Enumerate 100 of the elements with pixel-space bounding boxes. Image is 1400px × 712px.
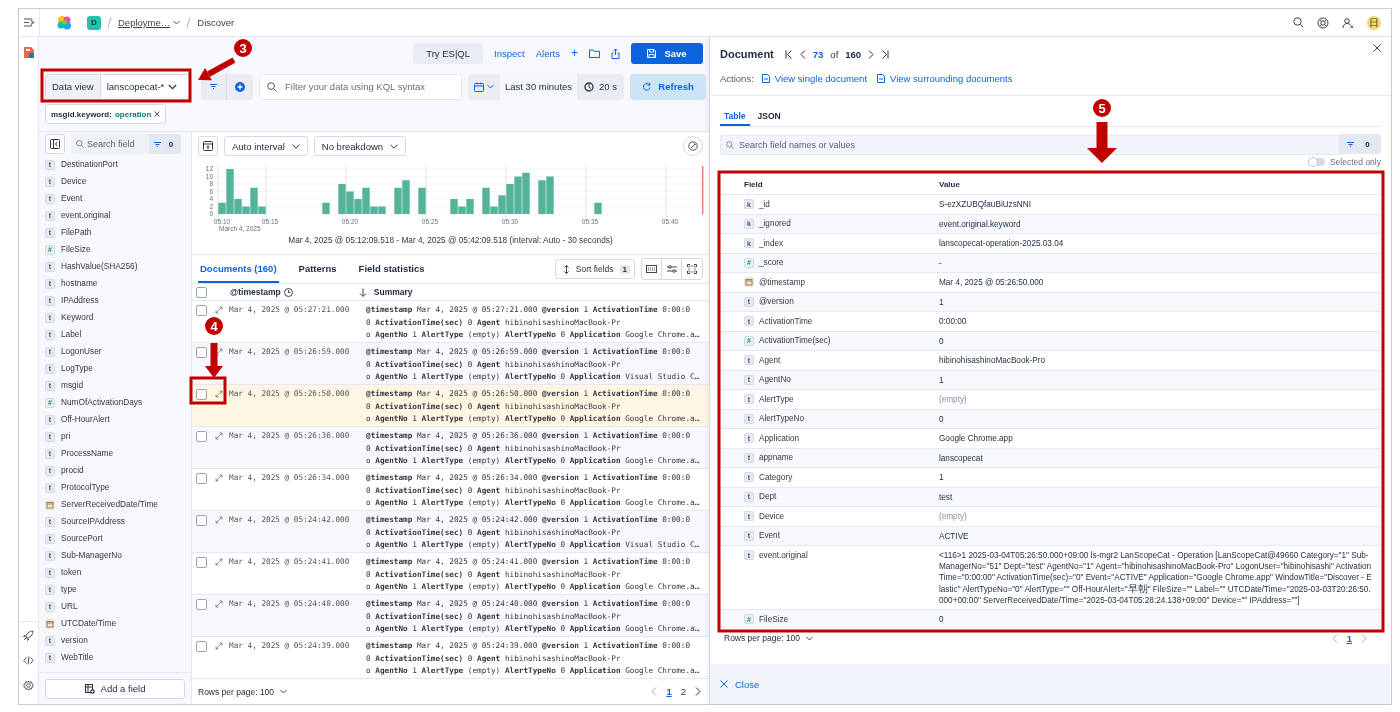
row-checkbox[interactable] (196, 431, 207, 442)
chart-toggle-button[interactable] (198, 136, 218, 156)
column-header[interactable]: @timestamp (230, 287, 281, 297)
field-list-item[interactable]: UTCDate/Time (45, 615, 191, 632)
rocket-icon[interactable] (23, 630, 34, 641)
document-row[interactable] (192, 511, 709, 553)
user-avatar[interactable]: 日 (1367, 15, 1381, 30)
search-field[interactable]: Search field (71, 134, 149, 154)
histogram-bar[interactable] (250, 187, 258, 214)
histogram-bar[interactable] (394, 187, 402, 214)
page-link[interactable]: 1 (666, 686, 672, 697)
histogram-bar[interactable] (594, 202, 602, 214)
histogram-bar[interactable] (522, 172, 530, 214)
breadcrumb-link[interactable]: Deployme… (118, 17, 171, 28)
refresh-button[interactable]: Refresh (630, 73, 707, 100)
document-row[interactable] (192, 427, 709, 469)
expand-icon[interactable] (215, 642, 223, 650)
help-icon[interactable] (1317, 16, 1329, 29)
histogram-bar[interactable] (322, 202, 330, 214)
new-link[interactable]: + (571, 46, 578, 60)
row-checkbox[interactable] (196, 347, 207, 358)
folder-icon[interactable] (589, 48, 600, 58)
column-header[interactable]: Summary (373, 287, 413, 297)
expand-icon[interactable] (215, 600, 223, 608)
field-filter-button[interactable]: 0 (1339, 134, 1381, 154)
row-checkbox[interactable] (196, 515, 207, 526)
breakdown-select[interactable]: No breakdown (313, 136, 407, 156)
close-icon[interactable] (1373, 44, 1381, 52)
expand-icon[interactable] (215, 348, 223, 356)
inspect-link[interactable]: Inspect (494, 47, 525, 59)
result-tab[interactable]: Documents (160) (198, 255, 279, 283)
collapse-sidebar-button[interactable] (45, 134, 65, 154)
next-page-icon[interactable] (1361, 633, 1367, 643)
discover-icon[interactable] (23, 47, 34, 58)
row-checkbox[interactable] (196, 305, 207, 316)
page-link[interactable]: 2 (680, 686, 686, 697)
time-range-button[interactable]: Last 30 minutes (500, 73, 578, 100)
logo-icon[interactable] (56, 15, 73, 30)
close-button[interactable]: Close (720, 678, 760, 690)
page-link[interactable]: 1 (1346, 632, 1352, 644)
expand-icon[interactable] (215, 432, 223, 440)
interval-select[interactable]: Auto interval (224, 136, 308, 156)
previous-page-icon[interactable] (1331, 633, 1338, 643)
previous-page-icon[interactable] (651, 687, 658, 696)
field-filter-button[interactable]: 0 (149, 134, 181, 154)
row-checkbox[interactable] (196, 557, 207, 568)
refresh-interval-button[interactable]: 20 s (577, 73, 625, 100)
code-icon[interactable] (23, 656, 34, 665)
share-icon[interactable] (611, 47, 620, 59)
last-page-icon[interactable] (881, 49, 890, 59)
alerts-link[interactable]: Alerts (535, 47, 560, 59)
document-row[interactable] (192, 595, 709, 637)
chart-options-button[interactable] (683, 136, 703, 156)
histogram-bar[interactable] (418, 187, 426, 214)
histogram-bar[interactable] (378, 206, 386, 214)
user-icon[interactable] (1342, 16, 1354, 29)
expand-icon[interactable] (215, 474, 223, 482)
expand-icon[interactable] (215, 516, 223, 524)
action-link[interactable]: View single document (774, 72, 868, 84)
histogram-bar[interactable] (362, 187, 370, 214)
histogram-bar[interactable] (258, 206, 266, 214)
row-checkbox[interactable] (196, 473, 207, 484)
field-list-item[interactable]: ServerReceivedDate/Time (45, 496, 191, 513)
histogram-bar[interactable] (482, 187, 490, 214)
histogram-bar[interactable] (370, 206, 378, 214)
search-field[interactable]: Search field names or values (720, 135, 1342, 155)
previous-page-icon[interactable] (799, 49, 806, 59)
row-checkbox[interactable] (196, 599, 207, 610)
add-field-button[interactable]: Add a field (45, 678, 185, 699)
try-esql-button[interactable]: Try ES|QL (413, 42, 484, 64)
view-tab[interactable]: Table (720, 108, 750, 126)
action-link[interactable]: View surrounding documents (890, 72, 1013, 84)
histogram-bar[interactable] (218, 202, 226, 214)
row-checkbox[interactable] (196, 641, 207, 652)
result-tab[interactable]: Field statistics (356, 255, 427, 283)
expand-icon[interactable] (215, 390, 223, 398)
histogram-bar[interactable] (346, 191, 354, 214)
select-all-checkbox[interactable] (196, 286, 207, 298)
expand-icon[interactable] (215, 306, 223, 314)
settings-icon[interactable] (23, 680, 34, 691)
document-row[interactable] (192, 343, 709, 385)
filter-pill[interactable]: msgid.keyword: operation (45, 104, 167, 124)
histogram-bar[interactable] (242, 206, 250, 214)
result-tab[interactable]: Patterns (296, 255, 339, 283)
document-row[interactable] (192, 385, 709, 427)
space-avatar[interactable]: D (87, 15, 101, 30)
first-page-icon[interactable] (784, 49, 793, 59)
histogram-bar[interactable] (546, 176, 554, 214)
rows-per-page-button[interactable]: Rows per page: 100 (724, 633, 814, 643)
caret-icon[interactable] (173, 20, 181, 25)
menu-icon[interactable] (23, 18, 35, 27)
expand-icon[interactable] (215, 558, 223, 566)
row-checkbox[interactable] (196, 389, 207, 400)
selected-only-switch[interactable] (1307, 158, 1325, 166)
histogram-bar[interactable] (490, 206, 498, 214)
sort-arrow-icon[interactable] (358, 287, 367, 297)
next-page-icon[interactable] (868, 49, 875, 59)
histogram-bar[interactable] (514, 176, 522, 214)
view-tab[interactable]: JSON (753, 108, 785, 126)
query-field[interactable]: Filter your data using KQL syntax (259, 73, 462, 100)
